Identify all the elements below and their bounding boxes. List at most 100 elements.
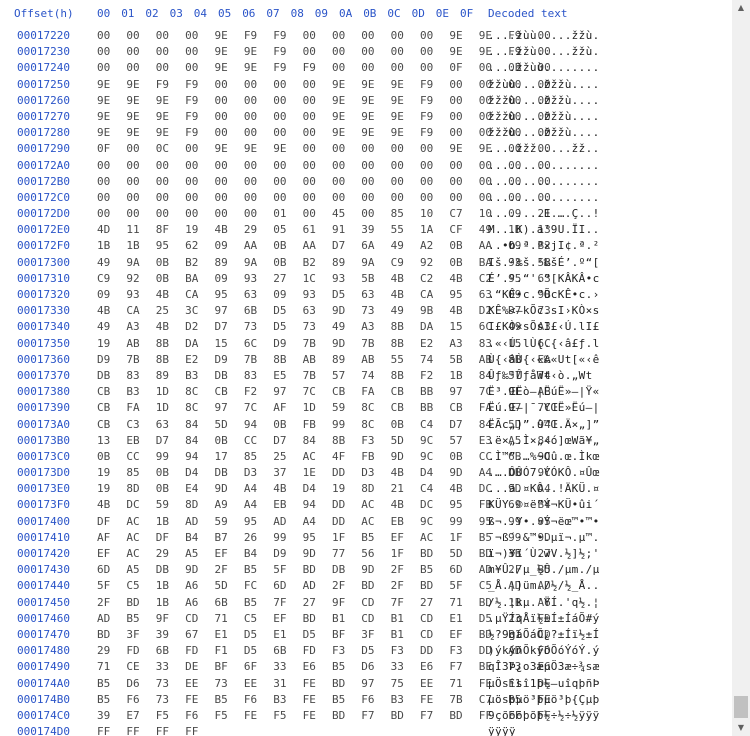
hex-row[interactable]: 000172F0 1B 1B 95 62 09 AA 0B AA D7 6A 49… <box>0 238 732 254</box>
hex-row[interactable]: 00017350 19 AB 8B DA 15 6C D9 7B 9D 7B 8B… <box>0 336 732 352</box>
row-bytes[interactable]: 00 00 00 00 00 00 00 00 00 00 00 00 00 0… <box>97 190 551 206</box>
row-decoded-text[interactable]: qÎ3Þ¿o3æµÖ3æ÷¾sæ <box>488 659 600 675</box>
hex-row[interactable]: 00017470 BD 3F 39 67 E1 D5 E1 D5 BF 3F B1… <box>0 627 732 643</box>
row-bytes[interactable]: FF FF FF FF <box>97 724 198 736</box>
row-decoded-text[interactable]: ËÃc„]”.û™Œ.Ä×„]” <box>488 417 600 433</box>
row-decoded-text[interactable]: _Å.¦]üm./½/½_Å.. <box>488 578 600 594</box>
row-decoded-text[interactable]: ...ä.¤KÔ..!ÄKÜ.¤ <box>488 481 600 497</box>
row-bytes[interactable]: B5 F6 73 FE B5 F6 B3 FE B5 F6 B3 FE 7B C… <box>97 692 551 708</box>
row-bytes[interactable]: 29 FD 6B FD F1 D5 6B FD F3 D5 F3 DD F3 D… <box>97 643 551 659</box>
row-decoded-text[interactable]: ................ <box>488 190 600 206</box>
hex-row[interactable]: 000173B0 13 EB D7 84 0B CC D7 84 8B F3 5D… <box>0 433 732 449</box>
hex-row[interactable]: 00017450 2F BD 1B A6 6B B5 7F 27 9F CD 7F… <box>0 595 732 611</box>
row-bytes[interactable]: BD 3F 39 67 E1 D5 E1 D5 BF 3F B1 CD EF B… <box>97 627 551 643</box>
row-decoded-text[interactable]: M...K).a‘9U.ÏI.. <box>488 222 600 238</box>
hex-row[interactable]: 00017480 29 FD 6B FD F1 D5 6B FD F3 D5 F3… <box>0 643 732 659</box>
row-decoded-text[interactable]: )ýkýñÕkýóÕóÝóÝ.ý <box>488 643 600 659</box>
row-decoded-text[interactable]: KÜY.©¤ë”Ý¬KÜ•ûi´ <box>488 497 600 513</box>
hex-row[interactable]: 00017420 EF AC 29 A5 EF B4 D9 9D 77 56 1F… <box>0 546 732 562</box>
hex-row[interactable]: 00017340 49 A3 4B D2 D7 73 D5 73 49 A3 8B… <box>0 319 732 335</box>
row-decoded-text[interactable]: .Ì™”.…%¬Oû.œ.Ìkœ <box>488 449 600 465</box>
row-decoded-text[interactable]: ....žžù.....žžù. <box>488 44 600 60</box>
hex-row[interactable]: 00017230 00 00 00 00 9E 9E F9 00 00 00 00… <box>0 44 732 60</box>
row-decoded-text[interactable]: /½.¦kµ.'ŸÍ.'q½.¦ <box>488 595 600 611</box>
row-decoded-text[interactable]: ....žžùù........ <box>488 60 600 76</box>
row-bytes[interactable]: CB B3 1D 8C CB F2 97 7C CB FA CB BB 97 7… <box>97 384 551 400</box>
row-bytes[interactable]: D9 7B 8B E2 D9 7B 8B AB 89 AB 55 74 5B A… <box>97 352 551 368</box>
hex-row[interactable]: 00017260 9E 9E 9E F9 00 00 00 00 9E 9E 9E… <box>0 93 732 109</box>
hex-row[interactable]: 00017390 CB FA 1D 8C 97 7C AF 1D 59 8C CB… <box>0 400 732 416</box>
hex-row[interactable]: 00017250 9E 9E F9 F9 00 00 00 00 9E 9E 9E… <box>0 77 732 93</box>
hex-row[interactable]: 00017360 D9 7B 8B E2 D9 7B 8B AB 89 AB 55… <box>0 352 732 368</box>
vertical-scrollbar[interactable]: ▲ ▼ <box>732 0 750 736</box>
row-bytes[interactable]: 9E 9E 9E F9 00 00 00 00 9E 9E 9E F9 00 0… <box>97 93 551 109</box>
hex-row[interactable]: 000173A0 CB C3 63 84 5D 94 0B FB 99 8C 0B… <box>0 417 732 433</box>
row-bytes[interactable]: 00 00 00 00 00 00 00 00 00 00 00 00 00 0… <box>97 174 551 190</box>
row-bytes[interactable]: 00 00 00 00 00 00 00 00 00 00 00 00 00 0… <box>97 158 551 174</box>
hex-row[interactable]: 00017430 6D A5 DB 9D 2F B5 5F BD DB 9D 2F… <box>0 562 732 578</box>
row-bytes[interactable]: 6D A5 DB 9D 2F B5 5F BD DB 9D 2F B5 6D A… <box>97 562 551 578</box>
row-decoded-text[interactable]: .µŸÍqÅï½±Í±ÍáÕ#ý <box>488 611 600 627</box>
row-bytes[interactable]: AD B5 9F CD 71 C5 EF BD B1 CD B1 CD E1 D… <box>97 611 551 627</box>
hex-row[interactable]: 00017460 AD B5 9F CD 71 C5 EF BD B1 CD B1… <box>0 611 732 627</box>
row-bytes[interactable]: CB FA 1D 8C 97 7C AF 1D 59 8C CB BB CB F… <box>97 400 551 416</box>
row-decoded-text[interactable]: m¥Û./µ_½Û./µm./µ <box>488 562 600 578</box>
row-decoded-text[interactable]: .ë×„.Ì×„‹ó]œWã¥„ <box>488 433 600 449</box>
row-bytes[interactable]: 9E 9E F9 F9 00 00 00 00 9E 9E 9E F9 00 0… <box>97 77 551 93</box>
row-decoded-text[interactable]: žžžù....žžžù.... <box>488 125 600 141</box>
row-decoded-text[interactable]: Iš.²‰š.²‰šÉ’.º“[ <box>488 255 600 271</box>
row-bytes[interactable]: 00 00 00 00 9E F9 F9 00 00 00 00 00 9E 9… <box>97 28 551 44</box>
row-bytes[interactable]: DF AC 1B AD 59 95 AD A4 DD AC EB 9C 99 9… <box>97 514 551 530</box>
hex-row[interactable]: 000172E0 4D 11 8F 19 4B 29 05 61 91 39 55… <box>0 222 732 238</box>
row-decoded-text[interactable]: žžžù....žžžù.... <box>488 93 600 109</box>
row-decoded-text[interactable]: .“KÊ•c.“ÕcKÊ•c.› <box>488 287 600 303</box>
row-decoded-text[interactable]: Ëú.Œ—|¯.YŒË»Ëú—| <box>488 400 600 416</box>
row-bytes[interactable]: 4B DC 59 8D A9 A4 EB 94 DD AC 4B DC 95 F… <box>97 497 551 513</box>
row-decoded-text[interactable]: ........E.….Ç..! <box>488 206 600 222</box>
hex-row[interactable]: 00017220 00 00 00 00 9E F9 F9 00 00 00 00… <box>0 28 732 44</box>
hex-row[interactable]: 000173E0 19 8D 0B E4 9D A4 4B D4 19 8D 21… <box>0 481 732 497</box>
hex-row[interactable]: 00017400 DF AC 1B AD 59 95 AD A4 DD AC EB… <box>0 514 732 530</box>
row-bytes[interactable]: 19 8D 0B E4 9D A4 4B D4 19 8D 21 C4 4B D… <box>97 481 551 497</box>
hex-row[interactable]: 000173D0 19 85 0B D4 DB D3 37 1E DD D3 4B… <box>0 465 732 481</box>
hex-row[interactable]: 00017320 09 93 4B CA 95 63 09 93 D5 63 4B… <box>0 287 732 303</box>
row-bytes[interactable]: 09 93 4B CA 95 63 09 93 D5 63 4B CA 95 6… <box>97 287 551 303</box>
row-bytes[interactable]: 9E 9E 9E F9 00 00 00 00 9E 9E 9E F9 00 0… <box>97 125 551 141</box>
row-decoded-text[interactable]: ................ <box>488 174 600 190</box>
scrollbar-thumb[interactable] <box>734 696 748 718</box>
row-decoded-text[interactable]: ÿÿÿÿ <box>488 724 516 736</box>
row-bytes[interactable]: 0F 00 0C 00 9E 9E 9E 00 00 00 00 00 9E 9… <box>97 141 551 157</box>
row-bytes[interactable]: 9E 9E 9E F9 00 00 00 00 9E 9E 9E F9 00 0… <box>97 109 551 125</box>
hex-row[interactable]: 00017310 C9 92 0B BA 09 93 27 1C 93 5B 4B… <box>0 271 732 287</box>
hex-row[interactable]: 000174A0 B5 D6 73 EE 73 EE 31 FE BD 97 75… <box>0 676 732 692</box>
row-decoded-text[interactable]: KÊ%<—kÕc.sI›KÒ×s <box>488 303 600 319</box>
row-decoded-text[interactable]: I£KÒ×sÕsI£‹Ú.lI£ <box>488 319 600 335</box>
row-bytes[interactable]: 4D 11 8F 19 4B 29 05 61 91 39 55 1A CF 4… <box>97 222 551 238</box>
hex-row[interactable]: 00017240 00 00 00 00 9E 9E F9 F9 00 00 00… <box>0 60 732 76</box>
row-decoded-text[interactable]: žžùù....žžžù.... <box>488 77 600 93</box>
row-bytes[interactable]: 49 A3 4B D2 D7 73 D5 73 49 A3 8B DA 15 6… <box>97 319 551 335</box>
scroll-up-arrow-icon[interactable]: ▲ <box>732 0 750 16</box>
hex-row[interactable]: 000173C0 0B CC 99 94 17 85 25 AC 4F FB 9D… <box>0 449 732 465</box>
row-decoded-text[interactable]: µösþµö³þµö³þ{Çµþ <box>488 692 600 708</box>
hex-row[interactable]: 000172B0 00 00 00 00 00 00 00 00 00 00 00… <box>0 174 732 190</box>
row-bytes[interactable]: 71 CE 33 DE BF 6F 33 E6 B5 D6 33 E6 F7 B… <box>97 659 551 675</box>
row-decoded-text[interactable]: ..•b.ª.ª×jI¢.ª.² <box>488 238 600 254</box>
row-decoded-text[interactable]: Ë³.ŒËò—|ËúË»—|Ÿ« <box>488 384 600 400</box>
hex-row[interactable]: 000173F0 4B DC 59 8D A9 A4 EB 94 DD AC 4B… <box>0 497 732 513</box>
row-bytes[interactable]: 19 85 0B D4 DB D3 37 1E DD D3 4B D4 9D A… <box>97 465 551 481</box>
hex-row[interactable]: 000174D0 FF FF FF FF ÿÿÿÿ <box>0 724 732 736</box>
hex-row[interactable]: 00017300 49 9A 0B B2 89 9A 0B B2 89 9A C9… <box>0 255 732 271</box>
row-bytes[interactable]: 49 9A 0B B2 89 9A 0B B2 89 9A C9 92 0B B… <box>97 255 551 271</box>
row-bytes[interactable]: 1B 1B 95 62 09 AA 0B AA D7 6A 49 A2 0B A… <box>97 238 551 254</box>
row-decoded-text[interactable]: ¯¬ß´·&™•.µï¬.µ™. <box>488 530 600 546</box>
row-decoded-text[interactable]: 9çõöõþõþ½÷½÷½ÿÿÿ <box>488 708 600 724</box>
row-bytes[interactable]: 13 EB D7 84 0B CC D7 84 8B F3 5D 9C 57 E… <box>97 433 551 449</box>
row-bytes[interactable]: 39 E7 F5 F6 F5 FE F5 FE BD F7 BD F7 BD F… <box>97 708 551 724</box>
row-decoded-text[interactable]: ß¬..Y•.¤Ý¬ëœ™•™• <box>488 514 600 530</box>
row-decoded-text[interactable]: Ù{‹âÙ{‹«‰«Ut[«‹ê <box>488 352 600 368</box>
row-bytes[interactable]: CB C3 63 84 5D 94 0B FB 99 8C 0B C4 D7 8… <box>97 417 551 433</box>
row-bytes[interactable]: 4B CA 25 3C 97 6B D5 63 9D 73 49 9B 4B D… <box>97 303 551 319</box>
row-bytes[interactable]: DB 83 89 B3 DB 83 E5 7B 57 74 8B F2 1B 8… <box>97 368 551 384</box>
hex-row[interactable]: 00017410 AF AC DF B4 B7 26 99 95 1F B5 EF… <box>0 530 732 546</box>
